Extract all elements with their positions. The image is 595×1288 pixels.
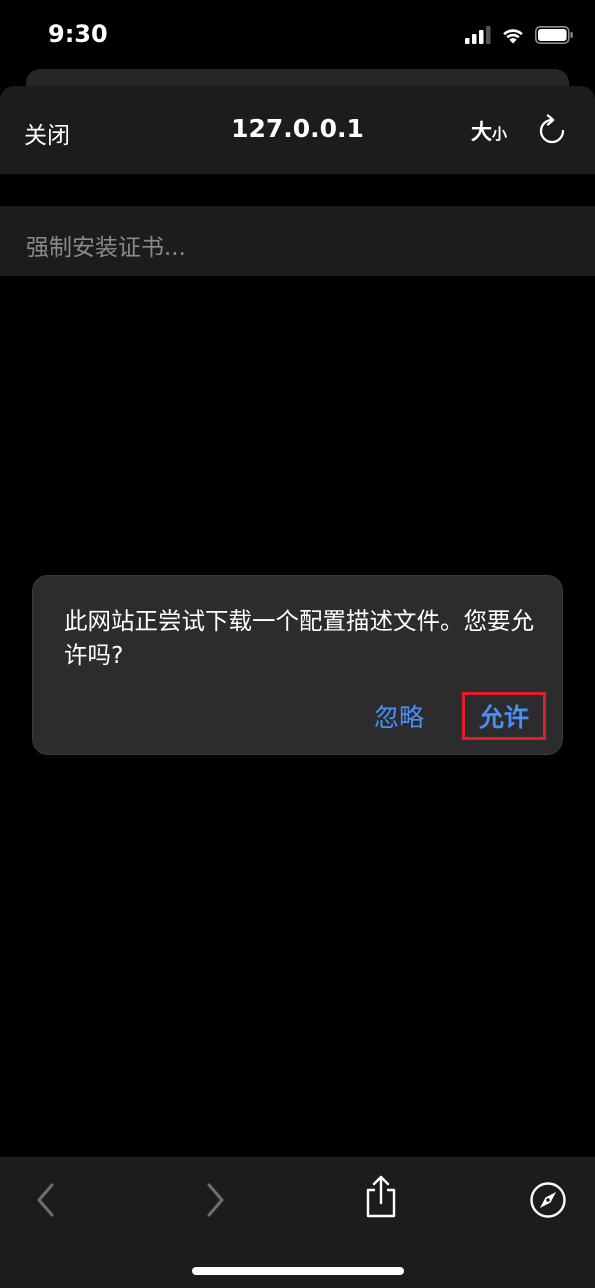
page-content-bar: 强制安装证书... (0, 206, 595, 276)
reload-icon[interactable] (537, 114, 567, 146)
forward-arrow-icon[interactable] (203, 1182, 227, 1218)
browser-header: 关闭 127.0.0.1 大小 (0, 86, 595, 174)
share-icon[interactable] (364, 1175, 398, 1219)
text-size-small-label: 小 (492, 125, 508, 143)
battery-icon (535, 26, 573, 44)
allow-button[interactable]: 允许 (462, 692, 546, 740)
url-text: 127.0.0.1 (231, 114, 364, 143)
home-indicator[interactable] (192, 1267, 404, 1275)
compass-icon[interactable] (529, 1181, 567, 1219)
alert-message: 此网站正尝试下载一个配置描述文件。您要允许吗? (64, 607, 534, 669)
close-button[interactable]: 关闭 (24, 116, 70, 150)
ignore-button[interactable]: 忽略 (374, 698, 424, 734)
cellular-signal-icon (465, 26, 491, 44)
text-size-button[interactable]: 大小 (471, 116, 507, 146)
status-time: 9:30 (48, 20, 108, 48)
back-arrow-icon[interactable] (34, 1182, 58, 1218)
status-icons (465, 26, 573, 44)
screen: 9:30 关闭 127.0.0.1 大小 强制安装证书... 此网站正尝试下载一… (0, 0, 595, 1288)
status-bar: 9:30 (0, 0, 595, 70)
text-size-big-label: 大 (471, 120, 492, 144)
allow-button-label: 允许 (478, 703, 529, 732)
wifi-icon (503, 29, 523, 44)
page-content-text: 强制安装证书... (26, 235, 186, 261)
